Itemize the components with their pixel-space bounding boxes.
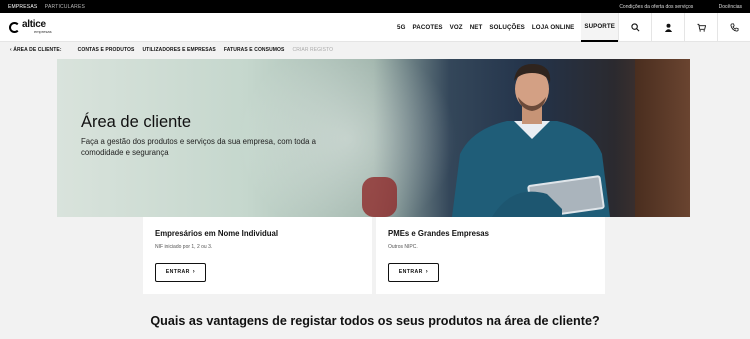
chevron-right-icon: › [425,269,429,275]
nav-item-pacotes[interactable]: PACOTES [413,24,443,31]
subnav-contas[interactable]: CONTAS E PRODUTOS [78,47,135,53]
card-subtitle: NIF iniciado por 1, 2 ou 3. [155,244,213,250]
chevron-right-icon: › [192,269,196,275]
hero-door [635,59,690,217]
subnav-criar-registo[interactable]: CRIAR REGISTO [292,47,333,53]
button-label: ENTRAR [398,269,423,275]
nav-item-loja-online[interactable]: LOJA ONLINE [532,24,574,31]
page-title: Área de cliente [81,113,192,131]
nav-item-5g[interactable]: 5G [397,24,405,31]
subnav-utilizadores[interactable]: UTILIZADORES E EMPRESAS [142,47,215,53]
logo[interactable]: altice empresas [0,13,120,41]
card-title: PMEs e Grandes Empresas [388,229,489,238]
user-icon [664,23,672,32]
cart-icon [696,23,706,32]
docs-link[interactable]: Docências [719,4,742,10]
hero-banner: Área de cliente Faça a gestão dos produt… [57,59,690,217]
card-subtitle: Outros NIPC. [388,244,418,250]
back-link[interactable]: ‹ ÁREA DE CLIENTE: [10,47,70,53]
account-button[interactable] [651,13,684,41]
phone-icon [729,22,739,32]
conditions-link[interactable]: Condições da oferta dos serviços [619,4,693,10]
hero-description: Faça a gestão dos produtos e serviços da… [81,137,316,157]
search-button[interactable] [618,13,651,41]
logo-icon [9,21,20,33]
top-bar: EMPRESAS PARTICULARES Condições da ofert… [0,0,750,13]
enter-button-individual[interactable]: ENTRAR › [155,262,206,282]
sub-nav: ‹ ÁREA DE CLIENTE: CONTAS E PRODUTOS UTI… [0,42,750,58]
brand-sub: empresas [34,29,52,34]
button-label: ENTRAR [165,269,190,275]
section-heading: Quais as vantagens de registar todos os … [150,314,600,328]
nav-item-voz[interactable]: VOZ [450,24,463,31]
hero-chair [362,177,397,217]
enter-button-pme[interactable]: ENTRAR › [388,262,439,282]
nav-item-suporte[interactable]: SUPORTE [581,12,618,42]
segment-particulares[interactable]: PARTICULARES [45,4,85,10]
segment-empresas[interactable]: EMPRESAS [8,4,37,10]
nav-item-solucoes[interactable]: SOLUÇÕES [489,24,525,31]
card-individual: Empresários em Nome Individual NIF inici… [143,217,372,294]
contact-button[interactable] [717,13,750,41]
main-nav: altice empresas 5G PACOTES VOZ NET SOLUÇ… [0,12,750,42]
nav-item-net[interactable]: NET [470,24,483,31]
card-title: Empresários em Nome Individual [155,229,279,238]
cart-button[interactable] [684,13,717,41]
subnav-faturas[interactable]: FATURAS E CONSUMOS [224,47,285,53]
search-icon [630,22,639,31]
card-pme: PMEs e Grandes Empresas Outros NIPC. ENT… [376,217,605,294]
back-label: ÁREA DE CLIENTE: [13,47,62,53]
hero-person-image [452,63,610,217]
